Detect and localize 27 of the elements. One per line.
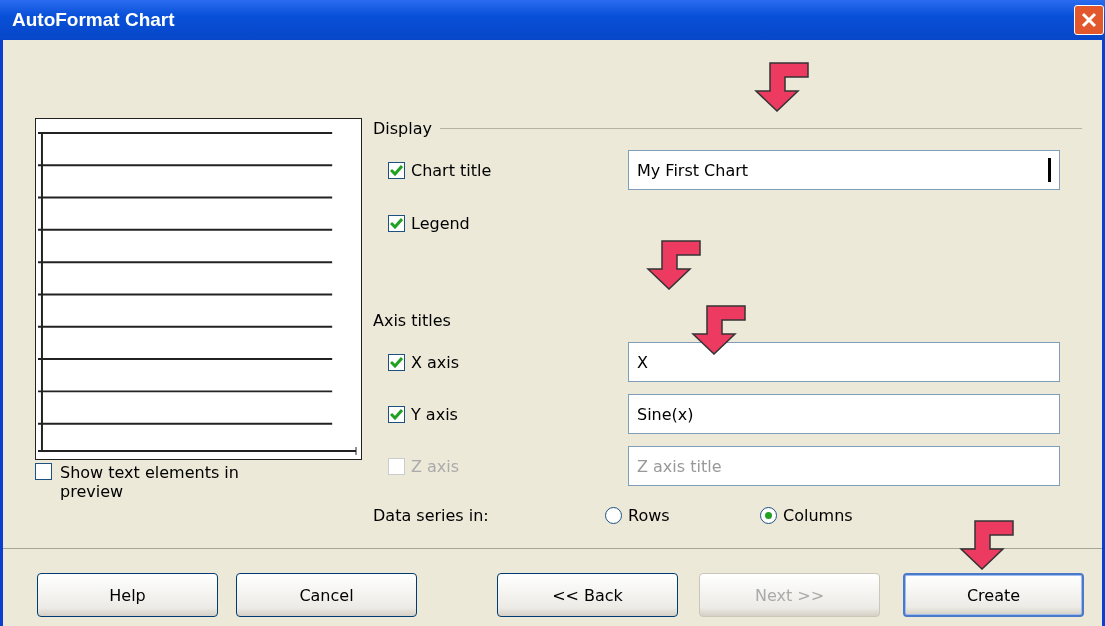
dialog-button[interactable]: Help xyxy=(37,573,218,617)
close-button[interactable] xyxy=(1074,5,1104,35)
checkbox[interactable] xyxy=(388,161,405,179)
checkbox[interactable] xyxy=(388,353,405,371)
dialog-button[interactable]: << Back xyxy=(497,573,678,617)
close-icon xyxy=(1081,12,1097,28)
checkbox-label: Y axis xyxy=(411,404,458,424)
radio-button[interactable]: Rows xyxy=(605,505,760,525)
window-title: AutoFormat Chart xyxy=(12,9,175,31)
checkbox-label: Chart title xyxy=(411,160,492,180)
checkbox-label: Show text elements in preview xyxy=(60,463,240,501)
text-field[interactable]: My First Chart xyxy=(628,150,1060,190)
section-heading: Display xyxy=(373,118,432,138)
dialog-button[interactable]: Cancel xyxy=(236,573,417,617)
text-field[interactable]: Sine(x) xyxy=(628,394,1060,434)
checkbox-label: Legend xyxy=(411,213,470,233)
checkbox-label: X axis xyxy=(411,352,460,372)
radio-button[interactable]: Columns xyxy=(760,505,915,525)
section-heading: Axis titles xyxy=(373,310,451,330)
checkbox-label: Z axis xyxy=(411,456,460,476)
text-field[interactable]: X xyxy=(628,342,1060,382)
checkbox[interactable] xyxy=(35,463,52,480)
series-label: Data series in: xyxy=(373,505,490,525)
checkbox[interactable] xyxy=(388,214,405,232)
text-cursor xyxy=(1048,158,1051,182)
dialog-button[interactable]: Create xyxy=(903,573,1084,617)
checkbox[interactable] xyxy=(388,405,405,423)
